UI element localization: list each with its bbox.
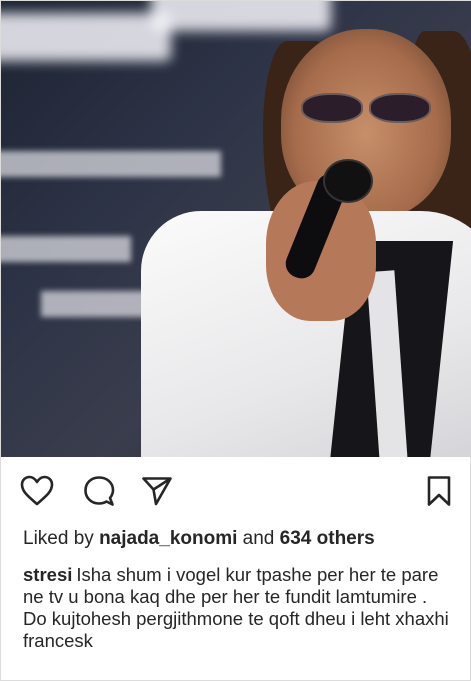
instagram-post: Liked by najada_konomi and 634 others st… bbox=[0, 0, 471, 681]
like-button[interactable] bbox=[19, 473, 55, 509]
sunglasses-lens bbox=[301, 93, 363, 123]
sunglasses-lens bbox=[369, 93, 431, 123]
heart-icon bbox=[20, 475, 54, 506]
bookmark-icon bbox=[427, 476, 451, 506]
likes-prefix: Liked by bbox=[23, 528, 94, 549]
stage-light bbox=[1, 13, 171, 61]
likes-connector: and bbox=[242, 528, 275, 549]
liked-by-user-link[interactable]: najada_konomi bbox=[99, 528, 237, 549]
stage-light bbox=[151, 1, 331, 31]
comment-icon bbox=[84, 476, 115, 506]
save-button[interactable] bbox=[421, 473, 457, 509]
stage-band bbox=[1, 151, 221, 177]
share-icon bbox=[142, 477, 172, 506]
post-caption: stresi Isha shum i vogel kur tpashe per h… bbox=[23, 564, 455, 652]
comment-button[interactable] bbox=[81, 473, 117, 509]
post-actions bbox=[1, 473, 471, 509]
microphone-head bbox=[323, 159, 373, 203]
caption-text: Isha shum i vogel kur tpashe per her te … bbox=[23, 564, 449, 651]
likes-count-link[interactable]: 634 others bbox=[280, 528, 375, 549]
share-button[interactable] bbox=[139, 473, 175, 509]
post-photo[interactable] bbox=[1, 1, 471, 457]
stage-band bbox=[1, 236, 131, 262]
likes-line: Liked by najada_konomi and 634 others bbox=[23, 527, 375, 551]
caption-username-link[interactable]: stresi bbox=[23, 564, 72, 585]
